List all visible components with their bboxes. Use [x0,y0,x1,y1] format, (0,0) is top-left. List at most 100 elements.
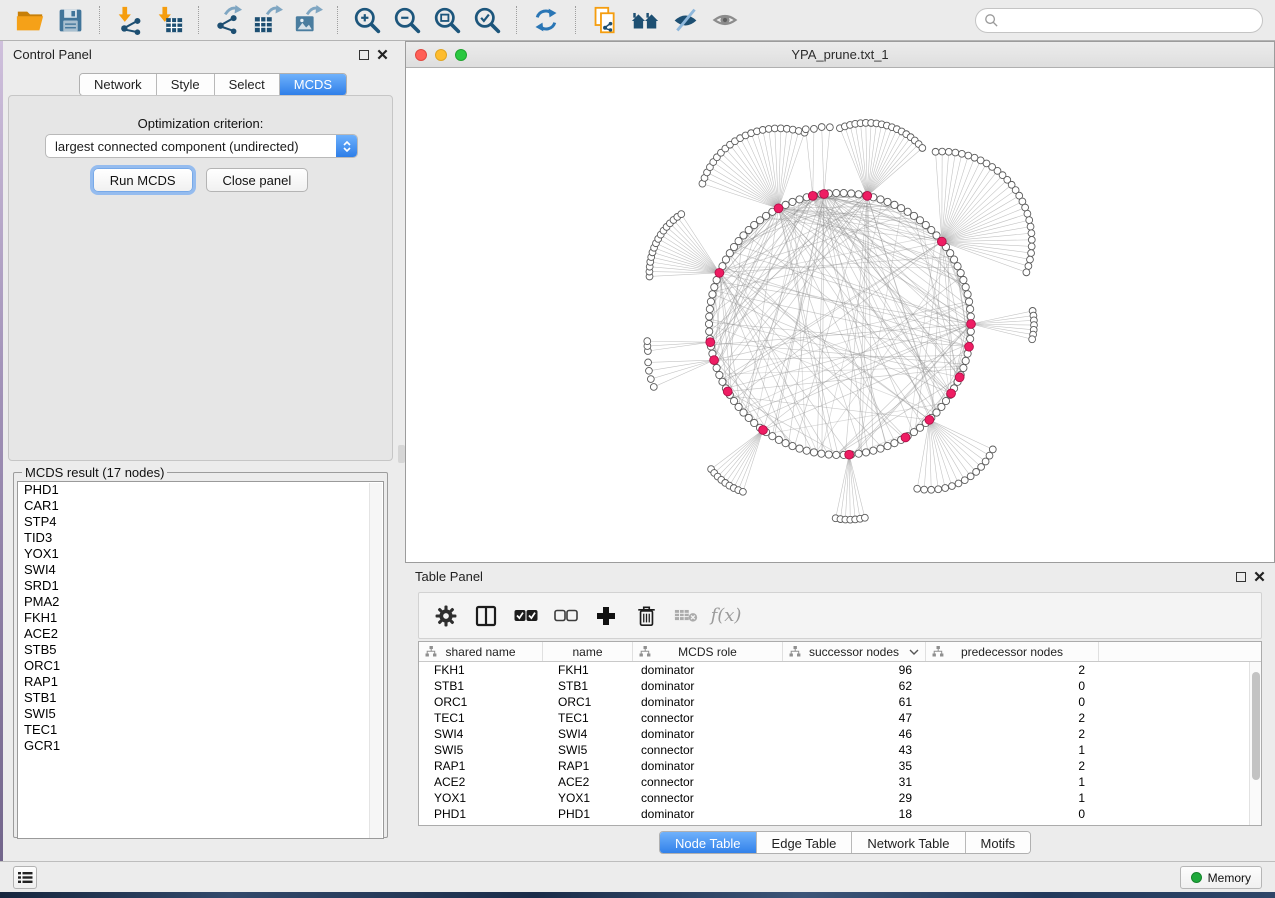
cell-mcds-role[interactable]: dominator [633,726,783,742]
table-row[interactable]: SWI5SWI5connector431 [419,742,1249,758]
mcds-result-item[interactable]: ORC1 [18,658,383,674]
network-window-titlebar[interactable]: YPA_prune.txt_1 [406,42,1274,68]
table-row[interactable]: FKH1FKH1dominator962 [419,662,1249,678]
open-file-button[interactable] [13,2,47,38]
cell-successor-nodes[interactable]: 62 [783,678,926,694]
cell-name[interactable]: SWI5 [543,742,633,758]
column-header-mcds-role[interactable]: MCDS role [633,642,783,661]
close-table-panel-icon[interactable] [1254,571,1265,582]
cell-predecessor-nodes[interactable]: 2 [926,662,1099,678]
cell-predecessor-nodes[interactable]: 0 [926,678,1099,694]
cell-name[interactable]: PHD1 [543,806,633,822]
zoom-fit-button[interactable] [430,2,464,38]
cell-successor-nodes[interactable]: 96 [783,662,926,678]
mcds-result-item[interactable]: SWI5 [18,706,383,722]
close-panel-icon[interactable] [377,49,388,60]
tab-edge-table[interactable]: Edge Table [757,832,853,854]
home-first-neighbors-button[interactable] [628,2,662,38]
cell-mcds-role[interactable]: dominator [633,806,783,822]
cell-mcds-role[interactable]: dominator [633,694,783,710]
column-header-successor-nodes[interactable]: successor nodes [783,642,926,661]
search-input[interactable] [999,11,1262,31]
table-row[interactable]: STB1STB1dominator620 [419,678,1249,694]
mcds-result-item[interactable]: YOX1 [18,546,383,562]
mcds-result-item[interactable]: PMA2 [18,594,383,610]
memory-button[interactable]: Memory [1180,866,1262,889]
new-network-from-selection-button[interactable] [588,2,622,38]
cell-predecessor-nodes[interactable]: 0 [926,694,1099,710]
table-scrollbar[interactable] [1249,662,1261,825]
export-table-button[interactable] [251,2,285,38]
cell-predecessor-nodes[interactable]: 2 [926,726,1099,742]
cell-mcds-role[interactable]: dominator [633,662,783,678]
tab-network-table[interactable]: Network Table [852,832,965,854]
cell-shared-name[interactable]: PHD1 [419,806,543,822]
cell-name[interactable]: ACE2 [543,774,633,790]
cell-name[interactable]: SWI4 [543,726,633,742]
cell-predecessor-nodes[interactable]: 0 [926,806,1099,822]
export-image-button[interactable] [291,2,325,38]
zoom-out-button[interactable] [390,2,424,38]
mcds-result-item[interactable]: TEC1 [18,722,383,738]
cell-shared-name[interactable]: FKH1 [419,662,543,678]
mcds-result-item[interactable]: CAR1 [18,498,383,514]
tab-motifs[interactable]: Motifs [966,832,1031,854]
hide-graphics-details-button[interactable] [668,2,702,38]
cell-name[interactable]: ORC1 [543,694,633,710]
mcds-result-item[interactable]: SWI4 [18,562,383,578]
cell-mcds-role[interactable]: dominator [633,758,783,774]
mcds-result-item[interactable]: ACE2 [18,626,383,642]
mcds-result-list[interactable]: PHD1CAR1STP4TID3YOX1SWI4SRD1PMA2FKH1ACE2… [17,481,384,839]
cell-name[interactable]: TEC1 [543,710,633,726]
show-graphics-details-button[interactable] [708,2,742,38]
table-row[interactable]: YOX1YOX1connector291 [419,790,1249,806]
table-scrollbar-thumb[interactable] [1252,672,1260,780]
cell-mcds-role[interactable]: connector [633,774,783,790]
zoom-in-button[interactable] [350,2,384,38]
select-all-columns-button[interactable] [511,601,541,631]
cell-shared-name[interactable]: YOX1 [419,790,543,806]
mcds-result-item[interactable]: SRD1 [18,578,383,594]
tab-select[interactable]: Select [215,74,280,95]
cell-predecessor-nodes[interactable]: 1 [926,742,1099,758]
refresh-button[interactable] [529,2,563,38]
mcds-result-item[interactable]: TID3 [18,530,383,546]
mcds-result-item[interactable]: RAP1 [18,674,383,690]
cell-name[interactable]: RAP1 [543,758,633,774]
float-panel-button[interactable] [359,50,369,60]
cell-name[interactable]: STB1 [543,678,633,694]
optimization-criterion-select[interactable]: largest connected component (undirected) [45,134,358,158]
network-canvas[interactable] [406,68,1274,562]
table-row[interactable]: PHD1PHD1dominator180 [419,806,1249,822]
cell-predecessor-nodes[interactable]: 1 [926,790,1099,806]
cell-mcds-role[interactable]: connector [633,710,783,726]
mcds-result-item[interactable]: PHD1 [18,482,383,498]
cell-shared-name[interactable]: STB1 [419,678,543,694]
cell-shared-name[interactable]: TEC1 [419,710,543,726]
close-panel-button[interactable]: Close panel [206,168,309,192]
cell-shared-name[interactable]: SWI5 [419,742,543,758]
table-row[interactable]: ACE2ACE2connector311 [419,774,1249,790]
table-row[interactable]: TEC1TEC1connector472 [419,710,1249,726]
delete-entry-button[interactable] [631,601,661,631]
column-header-shared-name[interactable]: shared name [419,642,543,661]
tab-mcds[interactable]: MCDS [280,74,346,95]
mcds-result-item[interactable]: STB1 [18,690,383,706]
mcds-result-item[interactable]: FKH1 [18,610,383,626]
tab-node-table[interactable]: Node Table [660,832,757,854]
import-network-button[interactable] [112,2,146,38]
export-network-button[interactable] [211,2,245,38]
cell-name[interactable]: YOX1 [543,790,633,806]
toolbar-search-box[interactable] [975,8,1263,33]
mcds-list-scrollbar[interactable] [369,483,382,839]
panel-splitter-handle[interactable] [398,445,405,463]
cell-successor-nodes[interactable]: 46 [783,726,926,742]
cell-mcds-role[interactable]: dominator [633,678,783,694]
float-table-panel-button[interactable] [1236,572,1246,582]
cell-mcds-role[interactable]: connector [633,742,783,758]
show-column-button[interactable] [471,601,501,631]
cell-successor-nodes[interactable]: 43 [783,742,926,758]
cell-successor-nodes[interactable]: 47 [783,710,926,726]
cell-successor-nodes[interactable]: 18 [783,806,926,822]
run-mcds-button[interactable]: Run MCDS [93,168,193,192]
